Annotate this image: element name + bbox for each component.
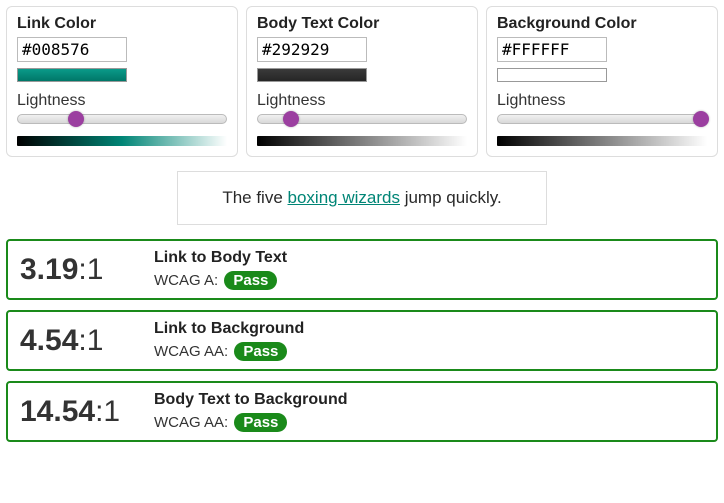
result-title: Link to Background <box>154 320 304 338</box>
body-text-color-input[interactable] <box>257 37 367 62</box>
background-color-swatch <box>497 68 607 82</box>
background-lightness-gradient <box>497 136 707 146</box>
pass-badge: Pass <box>234 342 287 361</box>
pass-badge: Pass <box>234 413 287 432</box>
contrast-ratio: 14.54:1 <box>20 395 132 429</box>
result-title: Body Text to Background <box>154 391 348 409</box>
link-color-panel: Link Color Lightness <box>6 6 238 157</box>
result-level: WCAG A: Pass <box>154 271 287 290</box>
link-color-input[interactable] <box>17 37 127 62</box>
lightness-label: Lightness <box>257 92 467 110</box>
panel-title: Body Text Color <box>257 15 467 33</box>
slider-thumb[interactable] <box>283 111 299 127</box>
lightness-label: Lightness <box>17 92 227 110</box>
panel-title: Link Color <box>17 15 227 33</box>
body-text-lightness-slider[interactable] <box>257 114 467 128</box>
result-link-body: 3.19:1 Link to Body Text WCAG A: Pass <box>6 239 718 300</box>
background-color-panel: Background Color Lightness <box>486 6 718 157</box>
lightness-label: Lightness <box>497 92 707 110</box>
slider-thumb[interactable] <box>693 111 709 127</box>
contrast-ratio: 4.54:1 <box>20 324 132 358</box>
sample-text-before: The five <box>222 188 287 207</box>
link-lightness-slider[interactable] <box>17 114 227 128</box>
result-title: Link to Body Text <box>154 249 287 267</box>
sample-row: The five boxing wizards jump quickly. <box>6 171 718 225</box>
result-level: WCAG AA: Pass <box>154 342 304 361</box>
body-text-color-panel: Body Text Color Lightness <box>246 6 478 157</box>
result-body-bg: 14.54:1 Body Text to Background WCAG AA:… <box>6 381 718 442</box>
body-text-color-swatch <box>257 68 367 82</box>
results-list: 3.19:1 Link to Body Text WCAG A: Pass 4.… <box>6 239 718 442</box>
sample-text-after: jump quickly. <box>400 188 502 207</box>
slider-track <box>497 114 707 124</box>
link-color-swatch <box>17 68 127 82</box>
pass-badge: Pass <box>224 271 277 290</box>
color-panels-row: Link Color Lightness Body Text Color Lig… <box>6 6 718 157</box>
contrast-ratio: 3.19:1 <box>20 253 132 287</box>
slider-thumb[interactable] <box>68 111 84 127</box>
result-link-bg: 4.54:1 Link to Background WCAG AA: Pass <box>6 310 718 371</box>
sample-link[interactable]: boxing wizards <box>288 188 400 207</box>
link-lightness-gradient <box>17 136 227 146</box>
body-text-lightness-gradient <box>257 136 467 146</box>
background-lightness-slider[interactable] <box>497 114 707 128</box>
sample-sentence: The five boxing wizards jump quickly. <box>177 171 546 225</box>
background-color-input[interactable] <box>497 37 607 62</box>
result-level: WCAG AA: Pass <box>154 413 348 432</box>
panel-title: Background Color <box>497 15 707 33</box>
slider-track <box>17 114 227 124</box>
